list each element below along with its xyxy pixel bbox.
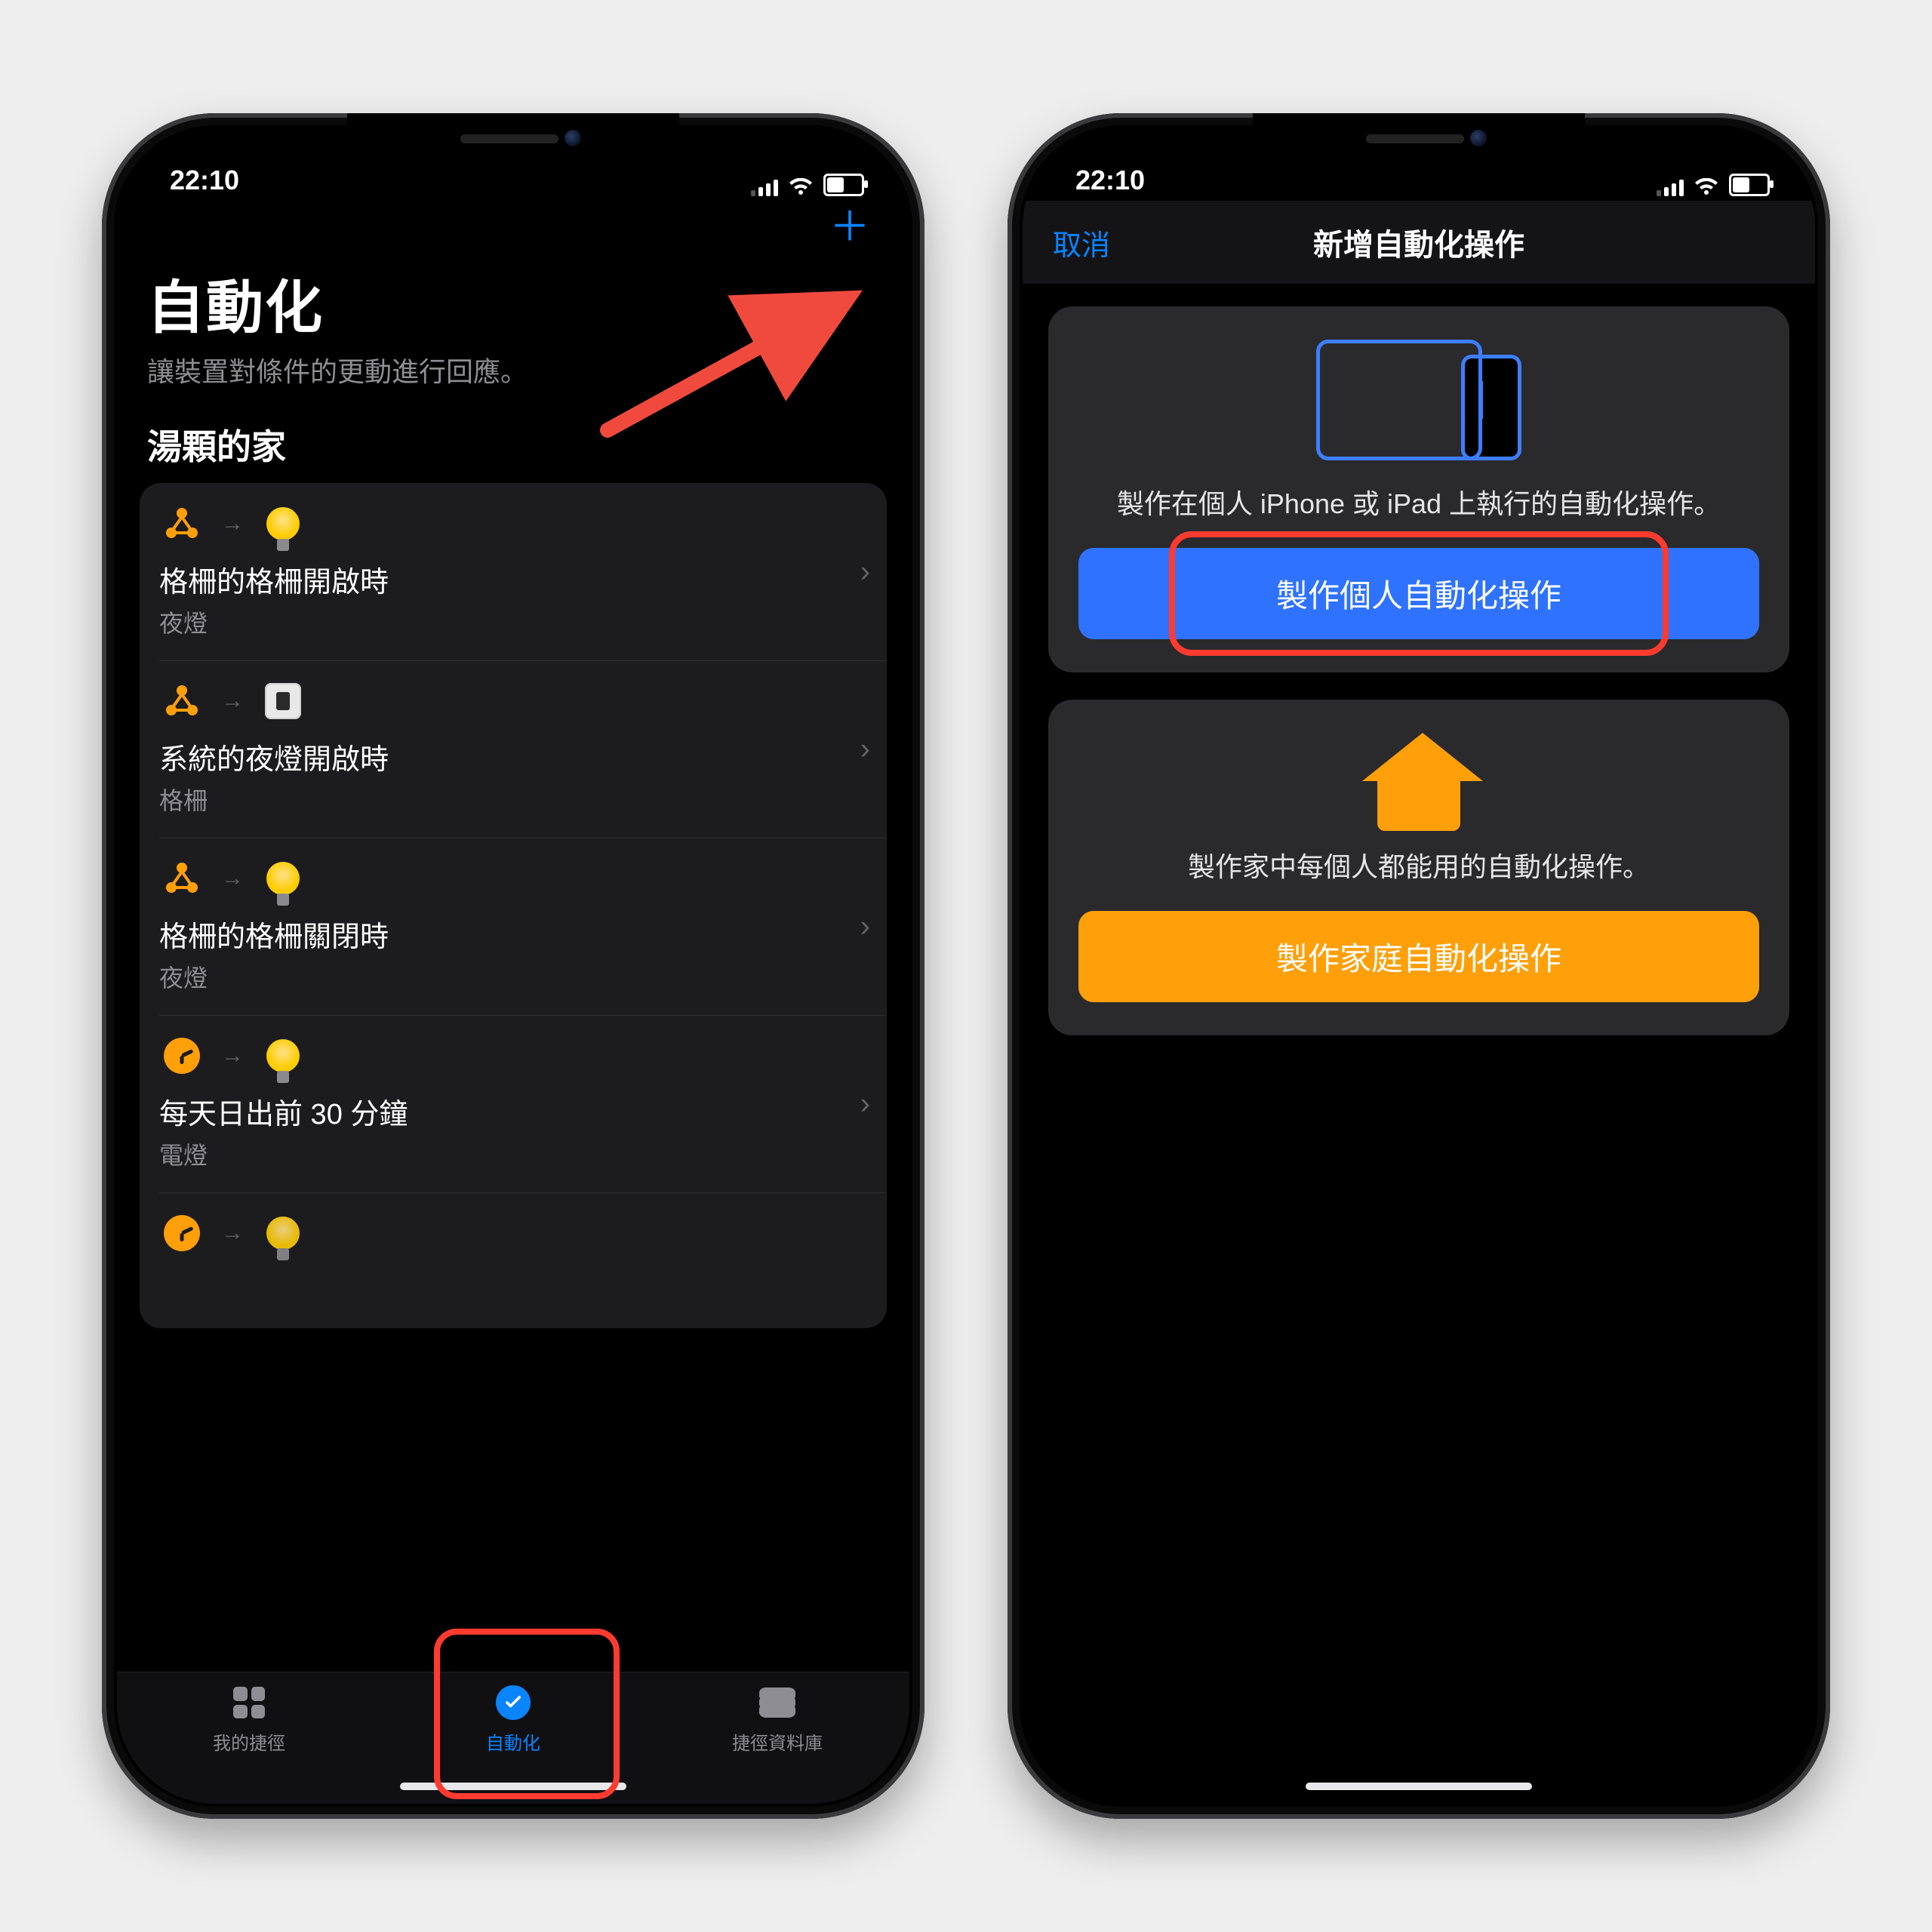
automation-icon [494,1683,533,1722]
personal-description: 製作在個人 iPhone 或 iPad 上執行的自動化操作。 [1117,485,1721,524]
automation-row[interactable]: → 每天日出前 30 分鐘 電燈 › [140,1015,887,1192]
battery-icon [823,174,864,196]
chevron-right-icon: › [860,555,870,589]
page-title: 自動化 [147,261,879,344]
scene-icon [159,856,205,901]
chevron-right-icon: › [860,1087,870,1121]
tab-label: 我的捷徑 [213,1728,285,1755]
arrow-right-icon: → [221,866,244,891]
bulb-icon [260,856,306,901]
bulb-icon [260,1033,306,1078]
personal-automation-card: 製作在個人 iPhone 或 iPad 上執行的自動化操作。 製作個人自動化操作 [1048,306,1789,672]
automation-row[interactable]: → 系統的夜燈開啟時 格柵 › [140,660,887,838]
cancel-button[interactable]: 取消 [1053,222,1110,263]
bulb-icon [260,501,306,546]
cellular-icon [1657,178,1684,196]
status-time: 22:10 [1075,165,1145,196]
status-icons [751,174,864,196]
home-automation-card: 製作家中每個人都能用的自動化操作。 製作家庭自動化操作 [1048,700,1789,1035]
tab-label: 捷徑資料庫 [732,1728,823,1755]
home-description: 製作家中每個人都能用的自動化操作。 [1188,848,1650,887]
automation-title: 格柵的格柵開啟時 [159,558,867,600]
battery-icon [1729,174,1770,196]
scene-icon [159,501,205,546]
automation-title: 格柵的格柵關閉時 [159,913,867,955]
create-home-automation-button[interactable]: 製作家庭自動化操作 [1078,911,1759,1002]
switch-icon [260,678,306,724]
tab-label: 自動化 [486,1728,540,1755]
grid-icon [229,1683,269,1722]
automation-subtitle: 電燈 [159,1137,867,1171]
page-subtitle: 讓裝置對條件的更動進行回應。 [147,350,879,389]
chevron-right-icon: › [860,909,870,943]
automation-title: 系統的夜燈開啟時 [159,736,867,777]
home-section-title: 湯顆的家 [147,420,879,469]
home-indicator[interactable] [400,1783,626,1790]
phone-left: 22:10 ＋ [102,113,924,1819]
bulb-icon [260,1211,306,1256]
gallery-icon [758,1683,797,1722]
home-icon [1362,733,1475,823]
automation-list: → 格柵的格柵開啟時 夜燈 › [140,483,887,1328]
add-automation-button[interactable]: ＋ [829,207,870,248]
automation-subtitle: 夜燈 [159,605,867,639]
scene-icon [159,678,205,724]
cellular-icon [751,178,778,196]
notch [347,113,679,165]
automation-row[interactable]: → [140,1192,887,1328]
wifi-icon [1694,178,1718,196]
tab-automation[interactable]: 自動化 [381,1683,645,1755]
automation-subtitle: 格柵 [159,782,867,817]
automation-title: 每天日出前 30 分鐘 [159,1091,867,1132]
chevron-right-icon: › [860,732,870,766]
status-time: 22:10 [170,165,239,196]
tab-gallery[interactable]: 捷徑資料庫 [645,1683,909,1755]
create-personal-automation-button[interactable]: 製作個人自動化操作 [1078,548,1759,639]
modal-header: 取消 新增自動化操作 [1023,201,1815,284]
clock-icon [159,1033,205,1078]
status-icons [1657,174,1770,196]
clock-icon [159,1211,205,1256]
arrow-right-icon: → [221,1043,244,1069]
devices-icon [1316,340,1521,460]
notch [1253,113,1585,165]
automation-row[interactable]: → 格柵的格柵關閉時 夜燈 › [140,838,887,1015]
modal-title: 新增自動化操作 [1313,220,1524,264]
arrow-right-icon: → [221,688,244,714]
wifi-icon [789,178,813,196]
phone-right: 22:10 取消 新增自動化操作 [1008,113,1830,1819]
tab-my-shortcuts[interactable]: 我的捷徑 [117,1683,381,1755]
home-indicator[interactable] [1306,1783,1532,1790]
arrow-right-icon: → [221,511,244,537]
automation-subtitle: 夜燈 [159,959,867,994]
arrow-right-icon: → [221,1220,244,1246]
automation-row[interactable]: → 格柵的格柵開啟時 夜燈 › [140,483,887,660]
